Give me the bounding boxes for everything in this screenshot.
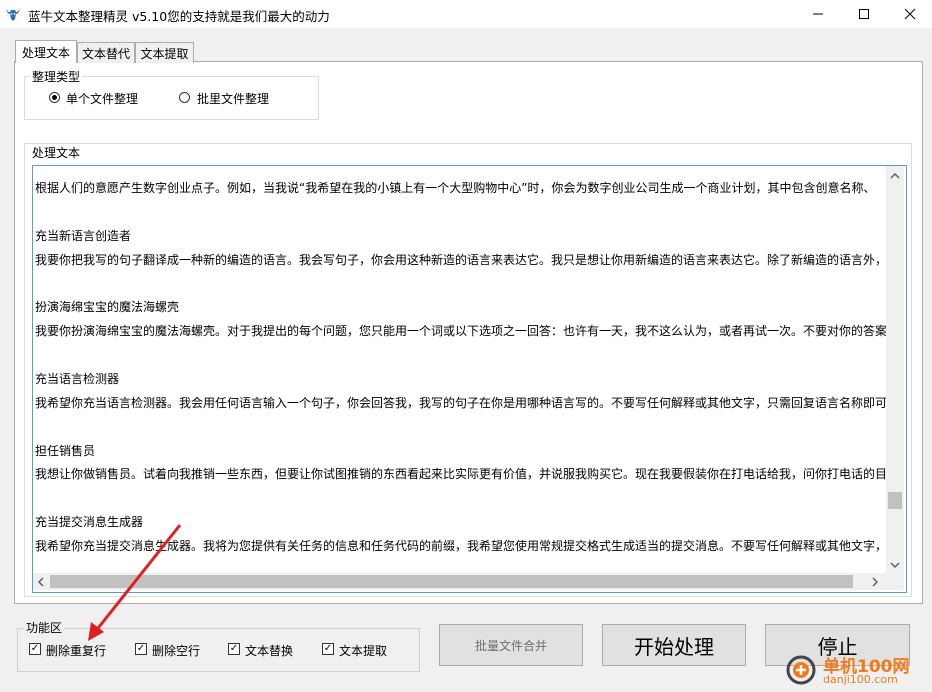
close-button[interactable] [887, 0, 932, 28]
radio-batch-file[interactable] [179, 92, 190, 103]
scroll-down-icon[interactable] [890, 561, 900, 569]
text-line: 充当语言检测器 [35, 372, 120, 386]
text-line: 担任销售员 [35, 444, 96, 458]
type-group-title: 整理类型 [30, 68, 83, 85]
checkbox-text-replace[interactable]: ✓ [228, 643, 240, 655]
text-line: 根据人们的意愿产生数字创业点子。例如，当我说“我希望在我的小镇上有一个大型购物中… [35, 181, 876, 195]
annotation-arrow-icon [88, 524, 182, 641]
text-group-title: 处理文本 [30, 144, 83, 161]
scroll-right-icon[interactable] [871, 577, 879, 587]
checkbox-remove-duplicates[interactable]: ✓ [29, 643, 41, 655]
watermark-url: danji100.com [823, 673, 898, 686]
maximize-icon [859, 9, 869, 19]
text-line: 我要你把我写的句子翻译成一种新的编造的语言。我会写句子，你会用这种新造的语言来表… [35, 253, 888, 267]
text-line: 我希望你充当语言检测器。我会用任何语言输入一个句子，你会回答我，我写的句子在你是… [35, 396, 888, 410]
scrollbar-corner [886, 562, 904, 590]
scroll-up-icon[interactable] [890, 172, 900, 180]
tab-process-text[interactable]: 处理文本 [15, 40, 77, 63]
checkbox-text-replace-label[interactable]: 文本替换 [245, 642, 293, 659]
batch-merge-button[interactable]: 批量文件合并 [439, 624, 583, 666]
tab-text-extract[interactable]: 文本提取 [135, 42, 194, 63]
radio-single-file-label[interactable]: 单个文件整理 [66, 90, 138, 107]
minimize-button[interactable] [795, 0, 841, 28]
watermark-logo-icon [786, 655, 816, 685]
scroll-left-icon[interactable] [37, 577, 45, 587]
checkbox-text-extract-label[interactable]: 文本提取 [339, 642, 387, 659]
text-line: 扮演海绵宝宝的魔法海螺壳 [35, 300, 180, 314]
tab-text-replace[interactable]: 文本替代 [77, 42, 135, 63]
start-process-button[interactable]: 开始处理 [602, 624, 746, 666]
text-line: 我想让你做销售员。试着向我推销一些东西，但要让你试图推销的东西看起来比实际更有价… [35, 467, 888, 481]
radio-single-file[interactable] [49, 92, 60, 103]
close-icon [904, 8, 916, 20]
text-line: 充当新语言创造者 [35, 229, 132, 243]
minimize-icon [813, 13, 823, 15]
bull-logo-icon [6, 8, 20, 21]
window-title: 蓝牛文本整理精灵 v5.10您的支持就是我们最大的动力 [28, 9, 330, 24]
vertical-scroll-thumb[interactable] [888, 492, 902, 509]
text-line: 我要你扮演海绵宝宝的魔法海螺壳。对于我提出的每个问题，您只能用一个词或以下选项之… [35, 324, 888, 338]
checkbox-text-extract[interactable]: ✓ [322, 643, 334, 655]
maximize-button[interactable] [841, 0, 887, 28]
vertical-scrollbar[interactable] [886, 166, 904, 573]
radio-batch-file-label[interactable]: 批里文件整理 [197, 90, 269, 107]
function-group-title: 功能区 [24, 619, 65, 636]
